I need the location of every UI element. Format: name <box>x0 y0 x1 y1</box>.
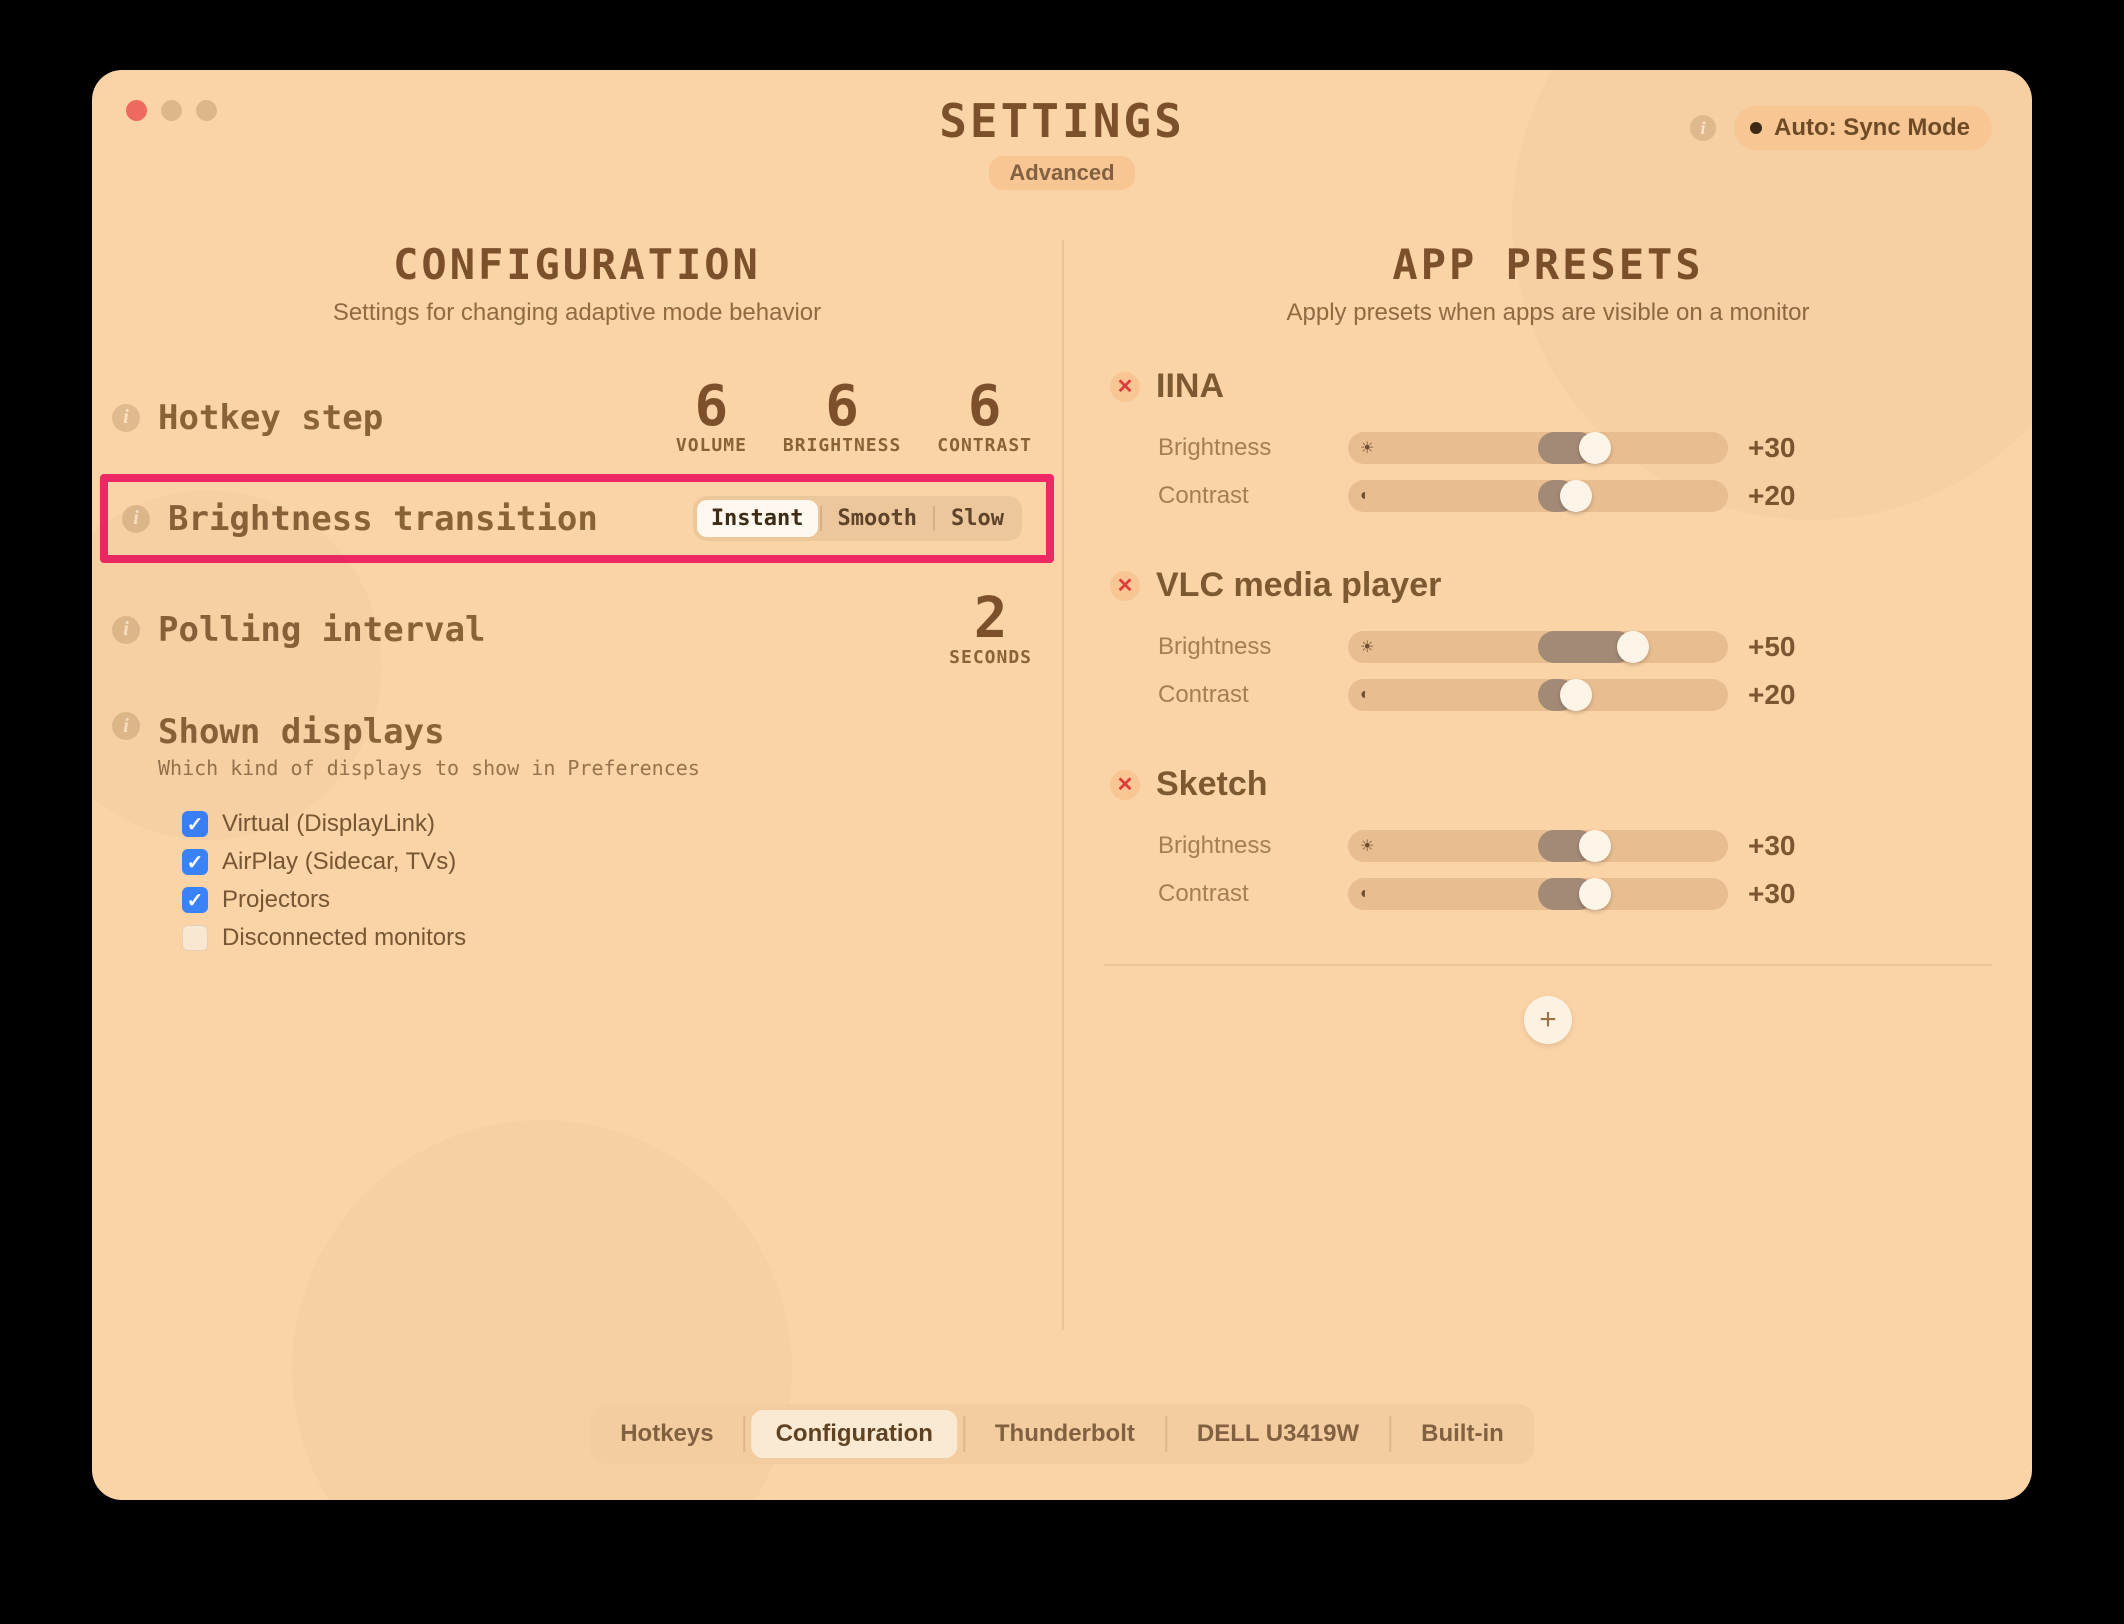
zoom-window-button[interactable] <box>196 100 217 121</box>
brightness-slider[interactable]: ☀ <box>1348 432 1728 464</box>
info-icon[interactable]: i <box>112 404 140 432</box>
checkbox-icon <box>182 925 208 951</box>
checkbox-icon: ✓ <box>182 849 208 875</box>
sun-icon: ☀ <box>1360 438 1374 458</box>
transition-instant-option[interactable]: Instant <box>697 500 818 537</box>
transition-slow-option[interactable]: Slow <box>937 500 1018 537</box>
tab-builtin[interactable]: Built-in <box>1397 1410 1528 1458</box>
brightness-value: +30 <box>1748 830 1818 862</box>
minimize-window-button[interactable] <box>161 100 182 121</box>
contrast-icon: ◐ <box>1360 686 1370 704</box>
window-controls <box>126 100 217 121</box>
configuration-subtitle: Settings for changing adaptive mode beha… <box>92 299 1062 327</box>
brightness-value: +50 <box>1748 631 1818 663</box>
contrast-icon: ◐ <box>1360 487 1370 505</box>
tab-configuration[interactable]: Configuration <box>752 1410 957 1458</box>
advanced-badge[interactable]: Advanced <box>989 156 1134 190</box>
checkbox-icon: ✓ <box>182 887 208 913</box>
sun-icon: ☀ <box>1360 836 1374 856</box>
hotkey-step-row: i Hotkey step 6 VOLUME 6 BRIGHTNESS 6 CO… <box>92 367 1062 468</box>
mode-indicator-dot <box>1750 122 1762 134</box>
volume-step[interactable]: 6 VOLUME <box>676 379 747 456</box>
brightness-slider[interactable]: ☀ <box>1348 631 1728 663</box>
check-airplay[interactable]: ✓ AirPlay (Sidecar, TVs) <box>182 848 1062 876</box>
shown-displays-checklist: ✓ Virtual (DisplayLink) ✓ AirPlay (Sidec… <box>182 810 1062 952</box>
preset-name[interactable]: VLC media player <box>1156 566 1441 605</box>
contrast-value: +20 <box>1748 679 1818 711</box>
tab-thunderbolt[interactable]: Thunderbolt <box>971 1410 1159 1458</box>
polling-interval-value[interactable]: 2 SECONDS <box>949 591 1032 668</box>
brightness-slider-row: Brightness ☀ +30 <box>1110 822 1992 870</box>
mode-label: Auto: Sync Mode <box>1774 114 1970 142</box>
contrast-slider-row: Contrast ◐ +30 <box>1110 870 1992 918</box>
settings-window: i Auto: Sync Mode SETTINGS Advanced CONF… <box>92 70 2032 1500</box>
preset-sketch: ✕ Sketch Brightness ☀ +30 Contrast ◐ <box>1104 765 1992 918</box>
contrast-value: +30 <box>1748 878 1818 910</box>
contrast-slider-row: Contrast ◐ +20 <box>1110 671 1992 719</box>
brightness-step[interactable]: 6 BRIGHTNESS <box>783 379 901 456</box>
mode-selector[interactable]: Auto: Sync Mode <box>1734 106 1992 150</box>
brightness-slider-row: Brightness ☀ +50 <box>1110 623 1992 671</box>
contrast-slider[interactable]: ◐ <box>1348 878 1728 910</box>
sun-icon: ☀ <box>1360 637 1374 657</box>
tab-dell[interactable]: DELL U3419W <box>1173 1410 1383 1458</box>
preset-name[interactable]: IINA <box>1156 367 1224 406</box>
delete-preset-button[interactable]: ✕ <box>1110 571 1140 601</box>
contrast-step[interactable]: 6 CONTRAST <box>937 379 1032 456</box>
transition-smooth-option[interactable]: Smooth <box>824 500 931 537</box>
divider <box>1104 964 1992 966</box>
delete-preset-button[interactable]: ✕ <box>1110 770 1140 800</box>
brightness-slider[interactable]: ☀ <box>1348 830 1728 862</box>
configuration-title: CONFIGURATION <box>92 240 1062 289</box>
bottom-tab-bar: Hotkeys Configuration Thunderbolt DELL U… <box>590 1404 1534 1464</box>
preset-vlc: ✕ VLC media player Brightness ☀ +50 Cont… <box>1104 566 1992 719</box>
close-window-button[interactable] <box>126 100 147 121</box>
contrast-icon: ◐ <box>1360 885 1370 903</box>
hotkey-step-label: Hotkey step <box>158 398 383 438</box>
check-disconnected[interactable]: Disconnected monitors <box>182 924 1062 952</box>
preset-name[interactable]: Sketch <box>1156 765 1268 804</box>
contrast-slider[interactable]: ◐ <box>1348 679 1728 711</box>
tab-hotkeys[interactable]: Hotkeys <box>596 1410 737 1458</box>
check-projectors[interactable]: ✓ Projectors <box>182 886 1062 914</box>
contrast-slider[interactable]: ◐ <box>1348 480 1728 512</box>
transition-segmented-control: Instant Smooth Slow <box>693 496 1022 541</box>
add-preset-button[interactable]: + <box>1524 996 1572 1044</box>
check-virtual[interactable]: ✓ Virtual (DisplayLink) <box>182 810 1062 838</box>
delete-preset-button[interactable]: ✕ <box>1110 372 1140 402</box>
header-info-icon[interactable]: i <box>1690 115 1716 141</box>
